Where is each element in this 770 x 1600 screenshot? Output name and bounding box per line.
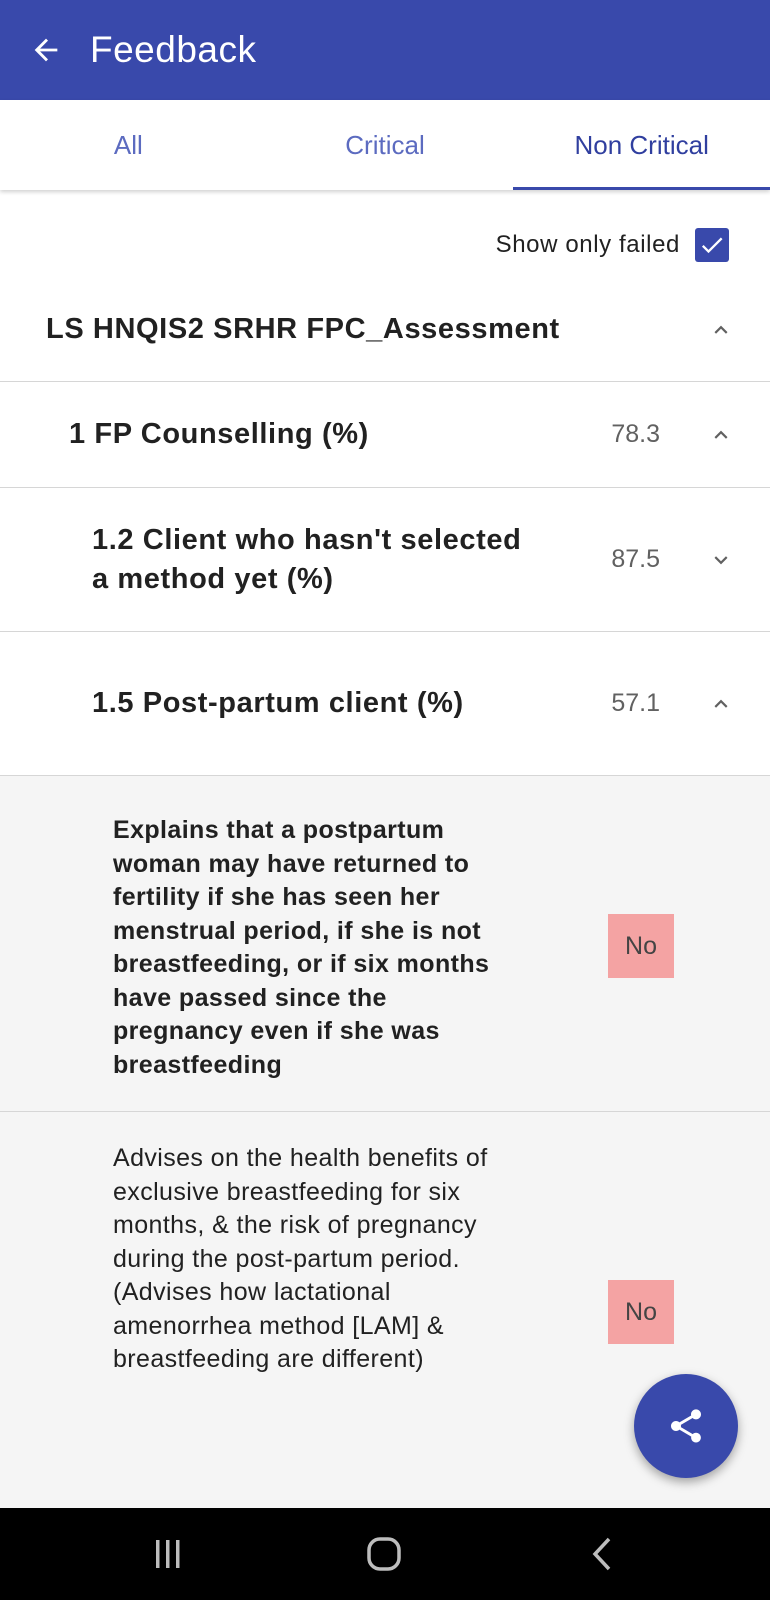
program-title: LS HNQIS2 SRHR FPC_Assessment [46,313,560,345]
question-row: Explains that a postpartum woman may hav… [0,776,770,1112]
system-nav-bar [0,1508,770,1600]
tab-critical[interactable]: Critical [257,100,514,190]
chevron-up-icon[interactable] [706,315,736,345]
recent-apps-button[interactable] [118,1508,218,1600]
subsection-score: 57.1 [611,689,660,717]
chevron-up-icon[interactable] [706,689,736,719]
chevron-up-icon[interactable] [706,420,736,450]
show-only-failed-checkbox[interactable] [695,228,729,262]
section-title: 1 FP Counselling (%) [69,418,369,450]
tab-non-critical[interactable]: Non Critical [513,100,770,190]
share-button[interactable] [634,1374,738,1478]
home-icon [367,1537,401,1571]
subsection-title: 1.5 Post-partum client (%) [92,687,464,719]
share-icon [671,1409,701,1443]
check-icon [701,237,723,254]
program-row[interactable]: LS HNQIS2 SRHR FPC_Assessment [0,278,770,382]
answer-badge: No [608,1280,674,1344]
question-text: Advises on the health benefits of exclus… [113,1144,488,1373]
page-title: Feedback [90,29,257,70]
question-text: Explains that a postpartum woman may hav… [113,816,490,1079]
back-nav-button[interactable] [552,1508,652,1600]
chevron-down-icon[interactable] [706,545,736,575]
tab-all[interactable]: All [0,100,257,190]
subsection-row[interactable]: 1.5 Post-partum client (%) 57.1 [0,632,770,776]
back-button[interactable] [0,0,92,100]
recent-apps-icon [156,1540,180,1568]
arrow-left-icon [34,38,58,62]
section-row[interactable]: 1 FP Counselling (%) 78.3 [0,382,770,488]
show-only-failed-filter: Show only failed [496,228,729,262]
subsection-score: 87.5 [611,545,660,573]
app-bar: Feedback [0,0,770,100]
tab-bar: All Critical Non Critical [0,100,770,190]
chevron-left-icon [592,1537,611,1571]
answer-badge: No [608,914,674,978]
section-score: 78.3 [611,420,660,448]
subsection-title: 1.2 Client who hasn't selected a method … [92,523,522,595]
home-button[interactable] [334,1508,434,1600]
show-only-failed-label: Show only failed [495,231,680,258]
subsection-row[interactable]: 1.2 Client who hasn't selected a method … [0,488,770,632]
